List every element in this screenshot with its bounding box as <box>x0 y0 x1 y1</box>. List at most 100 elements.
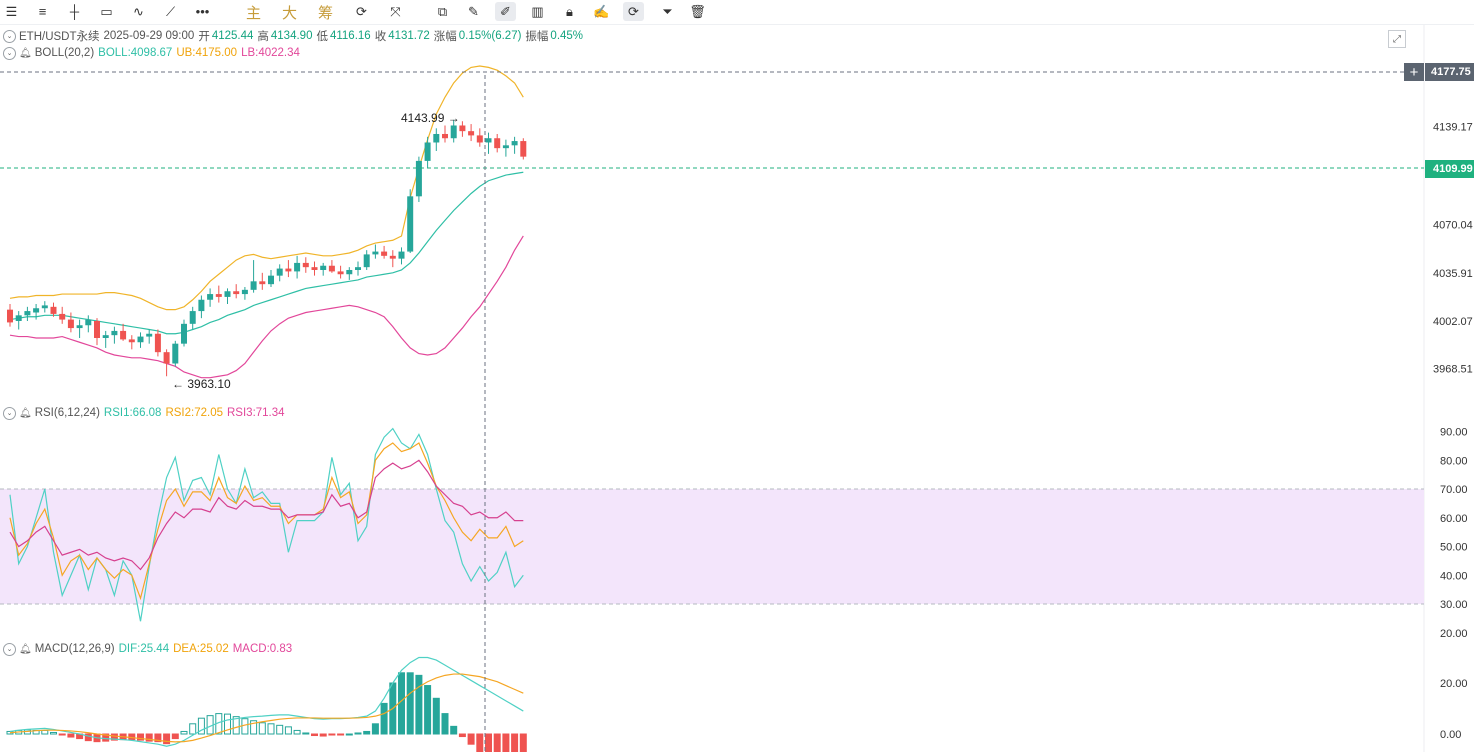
candle-body <box>233 291 240 295</box>
macd-tick-label: 20.00 <box>1440 678 1468 690</box>
macd-histogram-bar <box>276 724 284 735</box>
bell-icon[interactable]: 🔔︎ <box>19 48 32 59</box>
macd-name: MACD(12,26,9) <box>34 643 115 655</box>
candle-body <box>372 251 379 255</box>
candle-body <box>189 311 196 324</box>
candle-body <box>494 138 501 149</box>
legend-price: ⌄ ETH/USDT永续 2025-09-29 09:00 开 4125.44 … <box>3 28 587 44</box>
collapse-icon[interactable]: ⌄ <box>3 642 16 656</box>
macd-histogram-bar <box>406 672 414 735</box>
candle-body <box>337 271 344 275</box>
candle-body <box>328 265 335 272</box>
high-annotation: 4143.99 → <box>401 111 460 125</box>
candle-body <box>172 343 179 364</box>
bell-icon[interactable]: 🔔︎ <box>19 644 32 655</box>
open-label: 开 <box>198 31 210 43</box>
macd-histogram-bar <box>293 729 301 735</box>
low-label: 低 <box>316 31 328 43</box>
fullscreen-icon[interactable]: ⤢ <box>1388 30 1406 48</box>
macd-histogram-bar <box>319 733 327 737</box>
macd-histogram-bar <box>354 732 362 735</box>
candle-body <box>7 309 13 323</box>
rsi-tick-label: 70.00 <box>1440 484 1468 496</box>
macd-histogram-bar <box>180 730 188 735</box>
candle-body <box>85 319 92 326</box>
macd-histogram-bar <box>302 732 310 735</box>
candle-body <box>302 262 309 268</box>
candle-body <box>241 289 248 295</box>
boll-upper-value: UB:4175.00 <box>176 47 238 59</box>
candle-body <box>120 330 127 340</box>
price-tick-label: 4002.07 <box>1433 316 1473 328</box>
rsi-tick-label: 30.00 <box>1440 599 1468 611</box>
rsi-tick-label: 60.00 <box>1440 513 1468 525</box>
macd-histogram-bar <box>371 723 379 735</box>
boll-upper-line <box>9 65 524 311</box>
boll-lower-line <box>9 235 524 379</box>
macd-dif-value: DIF:25.44 <box>118 643 170 655</box>
candle-body <box>511 141 518 146</box>
low-annotation: ← 3963.10 <box>172 377 231 391</box>
change-value: 0.15%(6.27) <box>458 30 522 42</box>
candle-body <box>268 275 274 285</box>
candle-body <box>285 268 292 272</box>
low-annotation-value: 3963.10 <box>187 377 231 391</box>
macd-histogram-bar <box>258 722 266 735</box>
collapse-icon[interactable]: ⌄ <box>3 406 16 420</box>
rsi1-value: RSI1:66.08 <box>103 407 162 419</box>
price-tick-label: 3968.51 <box>1433 363 1473 375</box>
macd-hist-value: MACD:0.83 <box>232 643 293 655</box>
candle-body <box>381 251 388 256</box>
macd-histogram-bar <box>511 733 519 752</box>
rsi-tick-label: 50.00 <box>1440 542 1468 554</box>
price-tick-label: 4035.91 <box>1433 268 1473 280</box>
macd-histogram-bar <box>58 733 66 736</box>
candle-body <box>468 131 475 136</box>
macd-histogram-bar <box>363 730 371 735</box>
macd-histogram-bar <box>467 733 475 745</box>
change-label: 涨幅 <box>433 31 457 43</box>
candle-body <box>276 268 283 276</box>
macd-histogram-bar <box>380 702 388 735</box>
rsi-tick-label: 90.00 <box>1440 427 1468 439</box>
macd-histogram-bar <box>432 697 440 735</box>
macd-tick-label: 0.00 <box>1440 729 1461 741</box>
rsi3-value: RSI3:71.34 <box>227 407 285 419</box>
macd-histogram-bar <box>189 723 197 735</box>
collapse-icon[interactable]: ⌄ <box>3 46 16 60</box>
candle-body <box>476 135 483 143</box>
candle-body <box>398 251 405 259</box>
add-alert-button[interactable]: + <box>1404 63 1424 81</box>
macd-histogram-bar <box>485 733 492 752</box>
close-value: 4131.72 <box>388 30 430 42</box>
candle-body <box>198 299 205 312</box>
boll-name: BOLL(20,2) <box>34 47 95 59</box>
rsi-tick-label: 20.00 <box>1440 628 1468 640</box>
macd-histogram-bar <box>50 731 57 735</box>
candle-body <box>389 255 396 259</box>
macd-histogram-bar <box>424 685 432 735</box>
macd-histogram-bar <box>284 726 292 735</box>
candle-body <box>259 281 266 285</box>
bell-icon[interactable]: 🔔︎ <box>19 408 32 419</box>
high-annotation-value: 4143.99 <box>401 111 445 125</box>
candle-body <box>415 160 422 197</box>
symbol-label: ETH/USDT永续 <box>19 31 100 43</box>
candle-body <box>128 339 135 343</box>
candle-body <box>76 325 83 329</box>
macd-histogram-bar <box>328 733 336 736</box>
candle-body <box>520 141 527 157</box>
candle-body <box>24 311 31 316</box>
candle-body <box>485 138 492 143</box>
macd-histogram-bar <box>476 733 484 752</box>
crosshair-price-tag: 4177.75 <box>1425 63 1474 81</box>
macd-histogram-bar <box>415 674 423 735</box>
collapse-icon[interactable]: ⌄ <box>3 29 16 43</box>
candle-body <box>207 294 214 300</box>
legend-rsi: ⌄ 🔔︎ RSI(6,12,24) RSI1:66.08 RSI2:72.05 … <box>3 405 289 421</box>
candle-body <box>33 308 40 313</box>
chart-canvas[interactable]: 4139.17 4070.04 4035.91 4002.07 3968.51 90.00… <box>0 0 1474 752</box>
candle-body <box>355 267 361 270</box>
high-label: 高 <box>257 31 269 43</box>
candle-body <box>450 125 457 139</box>
